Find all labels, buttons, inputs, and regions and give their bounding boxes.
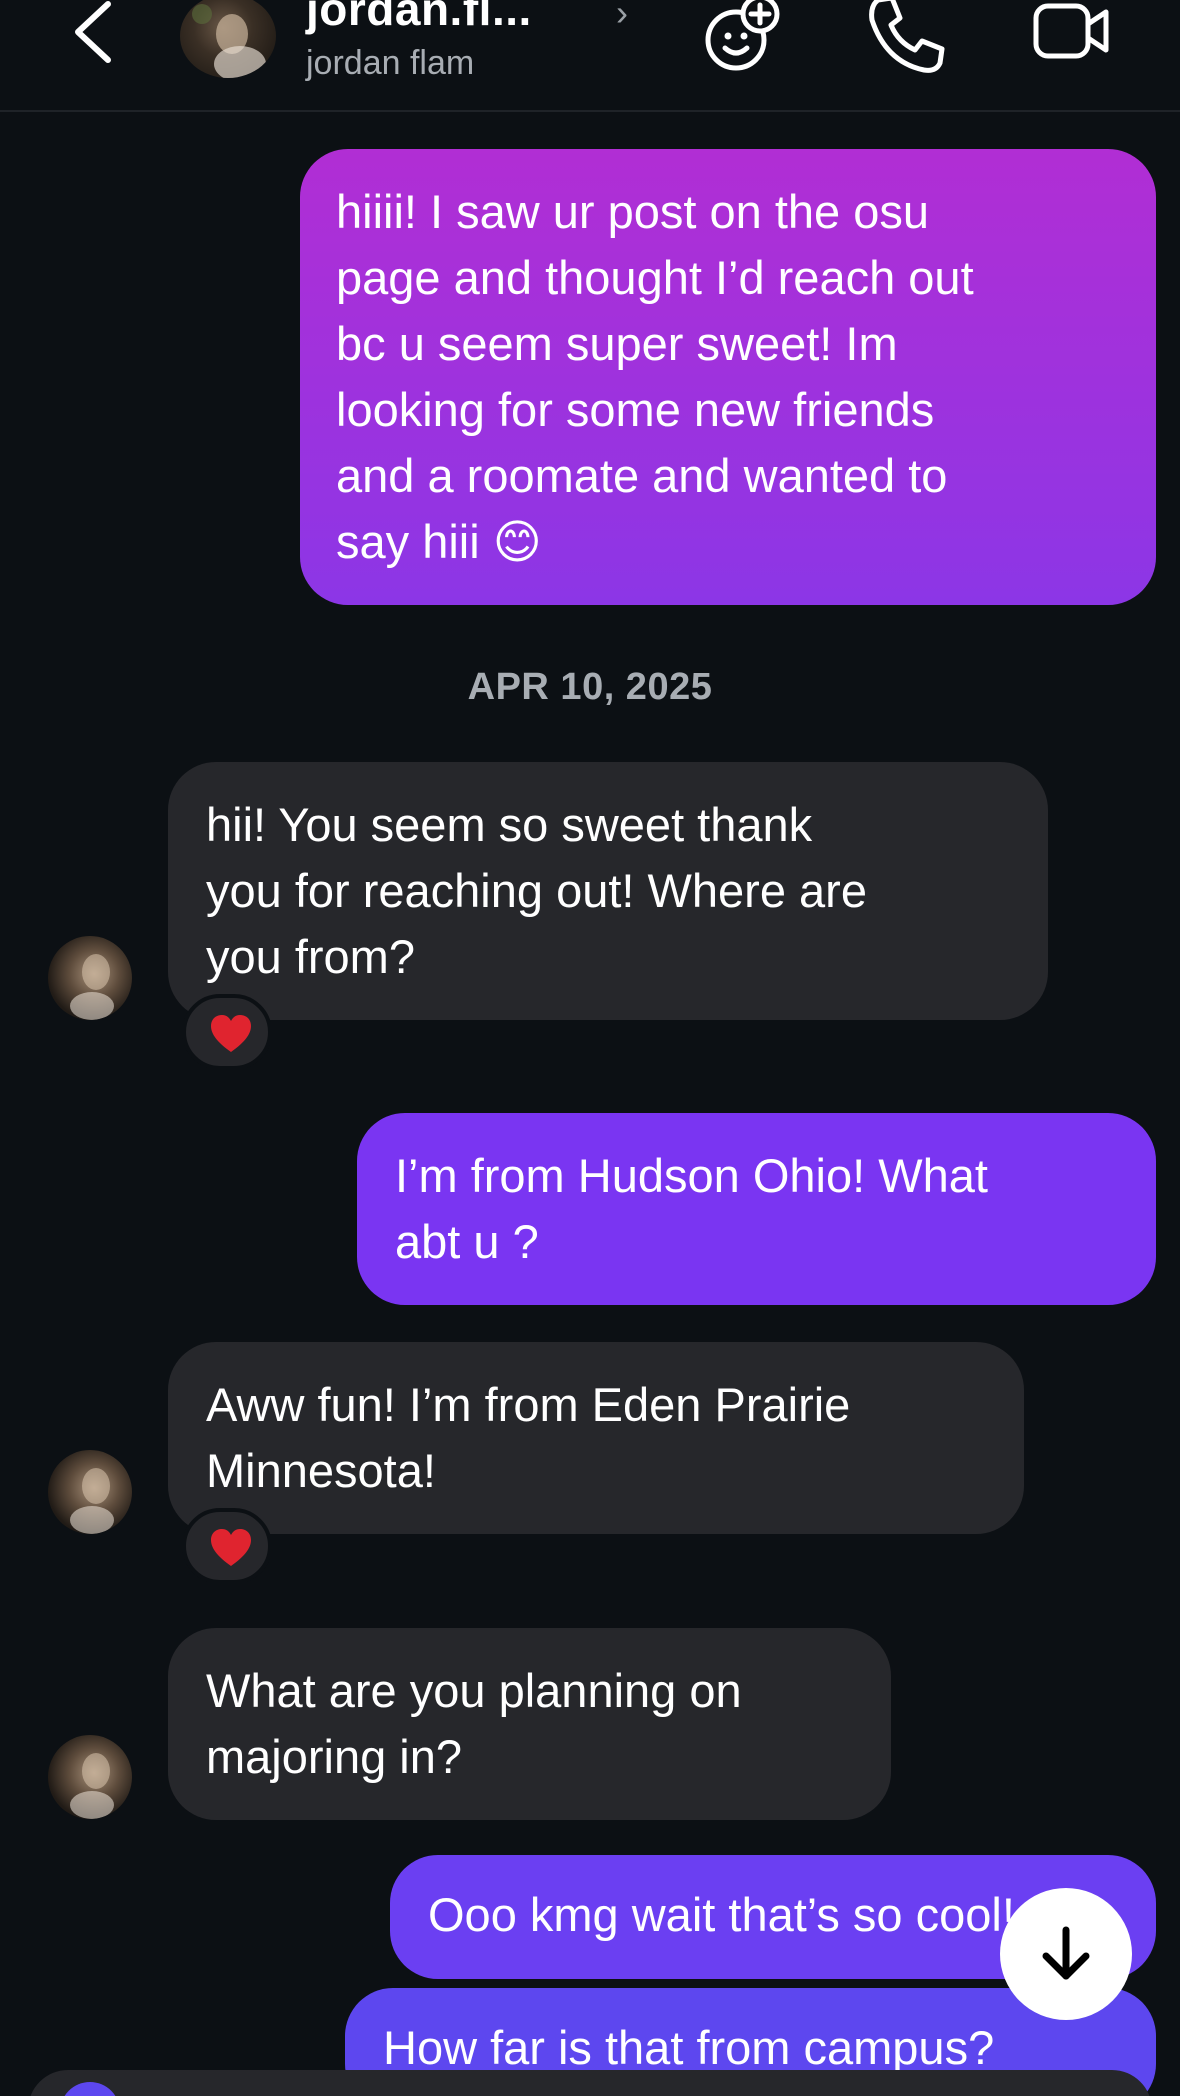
chevron-left-icon (75, 1, 111, 63)
sticker-add-button[interactable] (698, 0, 784, 78)
sender-avatar[interactable] (48, 1450, 132, 1534)
message-text: hiiii! I saw ur post on the osu page and… (336, 185, 974, 568)
incoming-message[interactable]: What are you planning on majoring in? (168, 1628, 891, 1820)
message-text: Aww fun! I’m from Eden Prairie Minnesota… (206, 1378, 851, 1497)
date-separator: APR 10, 2025 (467, 666, 713, 708)
outgoing-message[interactable]: I’m from Hudson Ohio! What abt u ? (357, 1113, 1156, 1305)
reaction-badge[interactable] (182, 1508, 272, 1584)
sticker-add-icon (705, 0, 780, 71)
sender-avatar[interactable] (48, 1735, 132, 1819)
message-composer[interactable] (28, 2070, 1152, 2096)
phone-icon (869, 0, 945, 73)
sender-avatar[interactable] (48, 936, 132, 1020)
red-heart-icon (211, 1015, 251, 1052)
incoming-message[interactable]: Aww fun! I’m from Eden Prairie Minnesota… (168, 1342, 1024, 1534)
contact-username[interactable]: jordan.fl... (306, 0, 532, 36)
outgoing-message[interactable]: hiiii! I saw ur post on the osu page and… (300, 149, 1156, 605)
message-text: What are you planning on majoring in? (206, 1664, 742, 1783)
contact-display-name: jordan flam (306, 44, 475, 82)
chat-header: jordan.fl... › jordan flam (0, 0, 1180, 112)
dm-thread-screen: jordan.fl... › jordan flam hiiii! I saw … (0, 0, 1180, 2096)
incoming-message[interactable]: hii! You seem so sweet thank you for rea… (168, 762, 1048, 1020)
video-camera-icon (1033, 3, 1109, 59)
arrow-down-icon (1042, 1926, 1090, 1980)
scroll-to-bottom-button[interactable] (1000, 1888, 1132, 2020)
contact-avatar[interactable] (180, 0, 276, 78)
reaction-badge[interactable] (182, 994, 272, 1070)
message-text: I’m from Hudson Ohio! What abt u ? (395, 1149, 988, 1268)
back-button[interactable] (62, 0, 132, 70)
red-heart-icon (211, 1529, 251, 1566)
profile-chevron-icon[interactable]: › (616, 0, 628, 34)
call-button[interactable] (862, 0, 948, 78)
video-call-button[interactable] (1030, 0, 1116, 78)
message-text: hii! You seem so sweet thank you for rea… (206, 798, 867, 983)
